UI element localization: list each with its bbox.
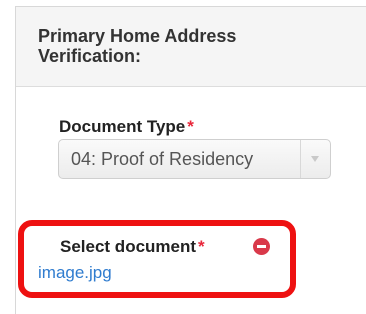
panel-header: Primary Home Address Verification: (16, 7, 366, 87)
minus-circle-icon[interactable] (253, 238, 270, 255)
select-document-label: Select document * (60, 237, 205, 257)
select-dropdown-button[interactable] (300, 140, 330, 178)
required-asterisk: * (198, 237, 205, 256)
document-type-select[interactable]: 04: Proof of Residency (58, 139, 331, 179)
document-type-label: Document Type * (59, 117, 194, 137)
highlight-annotation-box (18, 220, 296, 298)
document-type-label-text: Document Type (59, 117, 186, 136)
page: Primary Home Address Verification: Docum… (0, 0, 366, 314)
selected-file-link[interactable]: image.jpg (38, 263, 112, 283)
required-asterisk: * (187, 117, 194, 136)
panel-title: Primary Home Address Verification: (38, 26, 237, 66)
select-document-label-text: Select document (60, 237, 197, 256)
document-type-selected-value: 04: Proof of Residency (71, 149, 254, 169)
chevron-down-icon (311, 156, 319, 162)
